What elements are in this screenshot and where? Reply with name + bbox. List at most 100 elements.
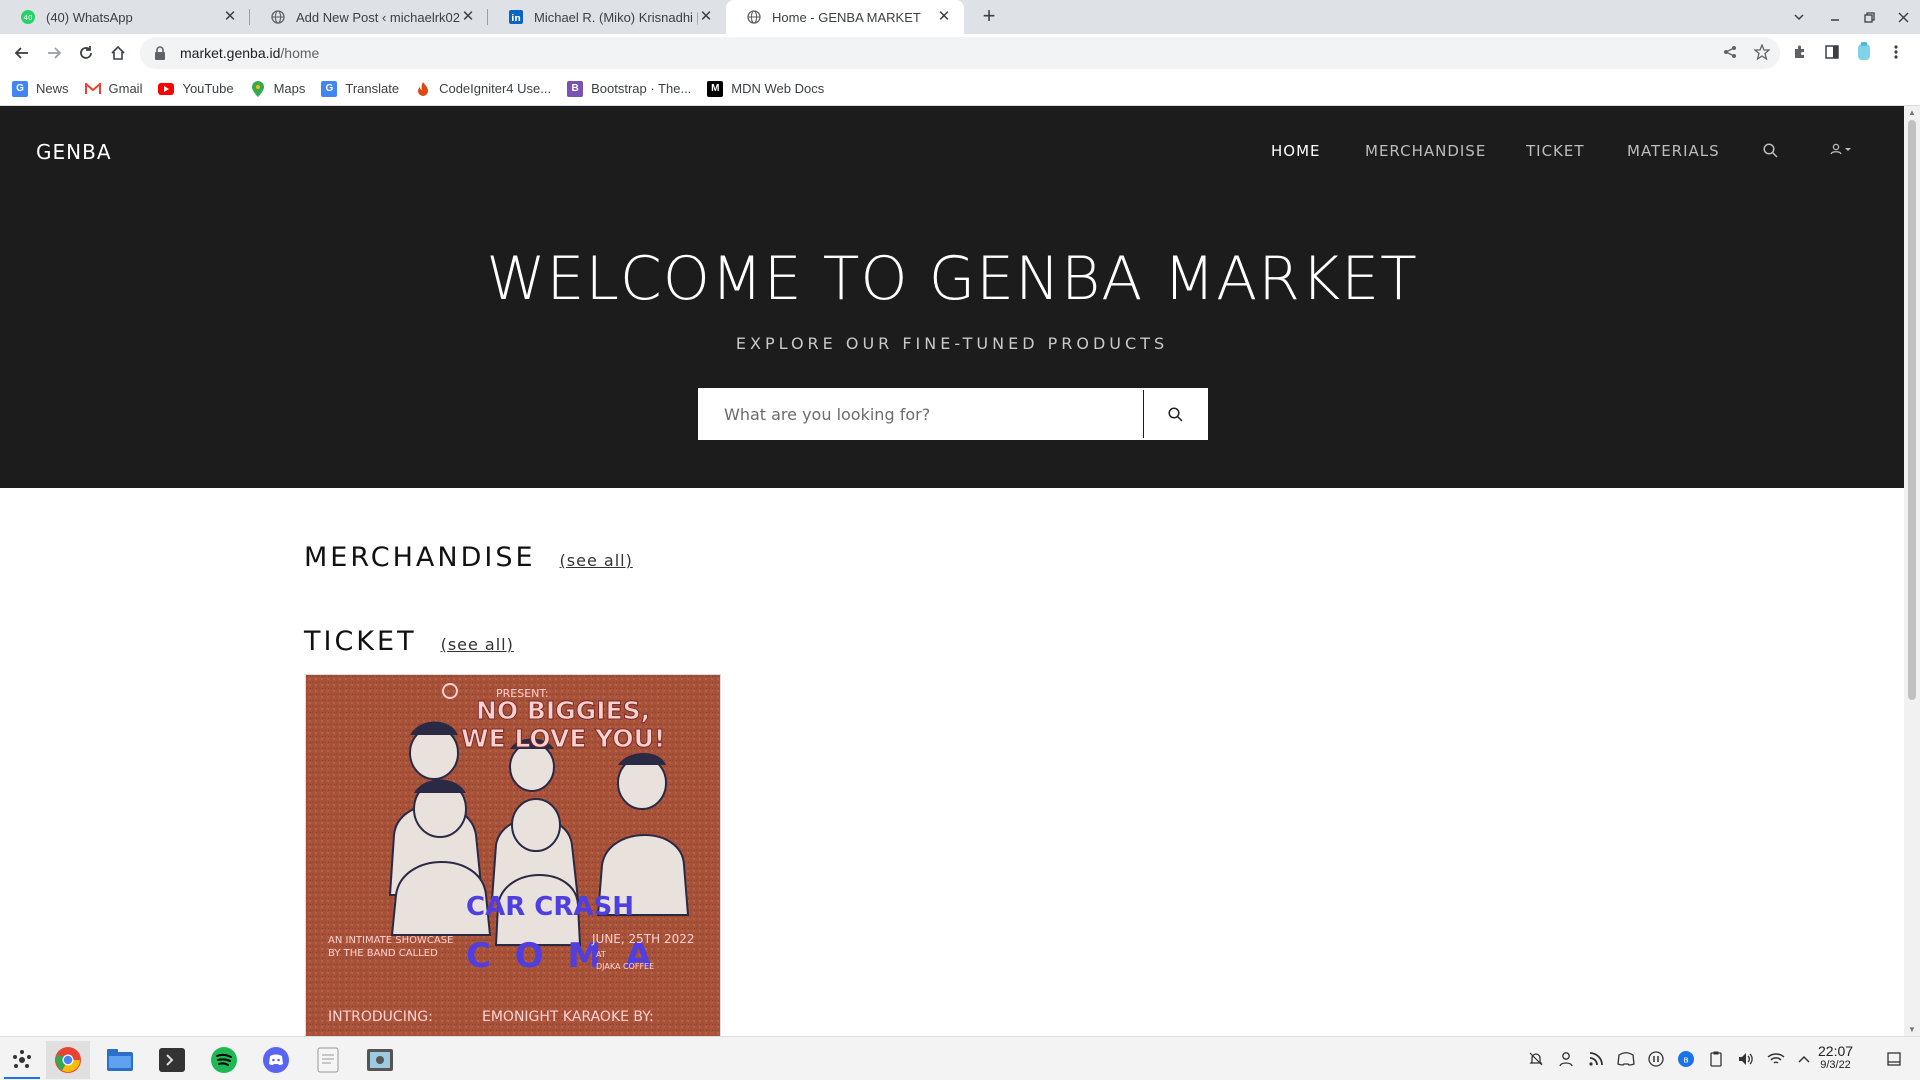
whatsapp-icon: 40 [20, 9, 36, 25]
bookmark-mdn[interactable]: M MDN Web Docs [707, 80, 825, 97]
bookmark-youtube[interactable]: YouTube [158, 81, 234, 97]
new-tab-button[interactable]: + [976, 4, 1002, 30]
tab-title: (40) WhatsApp [46, 9, 133, 25]
discord-tray-icon[interactable] [1616, 1049, 1636, 1069]
svg-text:40: 40 [24, 14, 33, 22]
scrollbar-thumb[interactable] [1908, 120, 1916, 700]
nav-merchandise[interactable]: MERCHANDISE [1365, 142, 1486, 160]
tab-add-new-post[interactable]: Add New Post ‹ michaelrk02 — ✕ [250, 0, 488, 34]
launcher-icon[interactable] [0, 1041, 44, 1079]
hero-search [698, 388, 1208, 440]
screenshot-icon[interactable] [358, 1041, 402, 1079]
bookmark-maps[interactable]: Maps [250, 80, 306, 97]
ticket-see-all-link[interactable]: (see all) [441, 635, 514, 654]
tab-whatsapp[interactable]: 40 (40) WhatsApp ✕ [0, 0, 250, 34]
close-icon[interactable]: ✕ [698, 9, 714, 25]
reload-button[interactable] [72, 39, 100, 67]
ticket-poster-card[interactable]: PRESENT: NO BIGGIES, WE LOVE YOU! CAR CR… [305, 674, 721, 1036]
home-button[interactable] [104, 39, 132, 67]
notification-icon[interactable] [1526, 1049, 1546, 1069]
chevron-up-icon[interactable] [1794, 1049, 1814, 1069]
search-icon [1167, 406, 1183, 422]
tab-title: Michael R. (Miko) Krisnadhi | L [534, 9, 698, 25]
volume-icon[interactable] [1736, 1049, 1756, 1069]
scroll-up-icon[interactable]: ▲ [1908, 108, 1916, 117]
bookmark-star-icon[interactable] [1752, 42, 1772, 62]
system-clock[interactable]: 22:07 9/3/22 [1818, 1043, 1853, 1071]
search-button[interactable] [1144, 390, 1206, 438]
bookmark-gmail[interactable]: Gmail [84, 81, 143, 97]
bookmark-news[interactable]: G News [12, 80, 69, 97]
globe-icon [746, 9, 762, 25]
pause-icon[interactable] [1646, 1049, 1666, 1069]
poster-venue: DJAKA COFFEE [596, 962, 654, 971]
poster-showcase-1: AN INTIMATE SHOWCASE [328, 935, 453, 946]
maps-icon [250, 80, 266, 97]
menu-kebab-icon[interactable] [1886, 42, 1906, 62]
tab-genba-market[interactable]: Home - GENBA MARKET ✕ [726, 0, 964, 34]
side-panel-icon[interactable] [1822, 42, 1842, 62]
tab-title: Add New Post ‹ michaelrk02 — [296, 9, 460, 25]
bluetooth-icon[interactable]: ʙ [1676, 1049, 1696, 1069]
codeigniter-icon [415, 81, 431, 97]
chrome-icon[interactable] [46, 1041, 90, 1079]
svg-text:in: in [511, 14, 521, 24]
address-bar[interactable]: market.genba.id/home [140, 37, 1780, 69]
bookmark-bootstrap[interactable]: B Bootstrap · The... [567, 80, 691, 97]
search-input[interactable] [700, 390, 1144, 438]
user-icon[interactable] [1556, 1049, 1576, 1069]
browser-toolbar: market.genba.id/home [0, 34, 1920, 72]
search-icon[interactable] [1760, 140, 1780, 160]
minimize-button[interactable] [1818, 0, 1852, 34]
back-button[interactable] [8, 39, 36, 67]
ticket-poster-image: PRESENT: NO BIGGIES, WE LOVE YOU! CAR CR… [306, 675, 720, 1036]
clipboard-icon[interactable] [1706, 1049, 1726, 1069]
merchandise-see-all-link[interactable]: (see all) [560, 551, 633, 570]
restore-button[interactable] [1852, 0, 1886, 34]
bootstrap-icon: B [567, 80, 584, 97]
spotify-icon[interactable] [202, 1041, 246, 1079]
close-icon[interactable]: ✕ [936, 9, 952, 25]
ticket-section-header: TICKET (see all) [304, 626, 514, 657]
section-title: MERCHANDISE [304, 542, 536, 573]
poster-at: AT [596, 950, 606, 959]
files-icon[interactable] [98, 1041, 142, 1079]
bookmark-codeigniter[interactable]: CodeIgniter4 Use... [415, 81, 551, 97]
linkedin-icon: in [508, 9, 524, 25]
rss-icon[interactable] [1586, 1049, 1606, 1069]
user-menu-icon[interactable] [1828, 140, 1858, 160]
terminal-icon[interactable] [150, 1041, 194, 1079]
scroll-down-icon[interactable]: ▼ [1908, 1025, 1916, 1034]
poster-introducing: INTRODUCING: [328, 1009, 433, 1025]
nav-home[interactable]: HOME [1271, 142, 1321, 160]
forward-button[interactable] [40, 39, 68, 67]
tab-search-icon[interactable] [1782, 0, 1816, 34]
share-icon[interactable] [1720, 42, 1740, 62]
tab-linkedin[interactable]: in Michael R. (Miko) Krisnadhi | L ✕ [488, 0, 726, 34]
bookmark-label: News [36, 81, 69, 96]
bookmark-label: Gmail [108, 81, 143, 96]
bookmark-label: MDN Web Docs [731, 81, 825, 96]
wifi-icon[interactable] [1766, 1049, 1786, 1069]
nav-materials[interactable]: MATERIALS [1627, 142, 1720, 160]
section-title: TICKET [304, 626, 417, 657]
extensions-icon[interactable] [1790, 42, 1810, 62]
show-desktop-icon[interactable] [1884, 1049, 1904, 1069]
close-icon[interactable]: ✕ [460, 9, 476, 25]
site-logo[interactable]: GENBA [36, 140, 112, 164]
discord-icon[interactable] [254, 1041, 298, 1079]
bookmark-translate[interactable]: G Translate [321, 80, 399, 97]
close-icon[interactable]: ✕ [222, 9, 238, 25]
translate-icon: G [321, 80, 338, 97]
hero-title: WELCOME TO GENBA MARKET [486, 244, 1418, 314]
close-window-button[interactable] [1886, 0, 1920, 34]
taskbar: ʙ 22:07 9/3/22 [0, 1036, 1920, 1080]
text-editor-icon[interactable] [306, 1041, 350, 1079]
bookmark-label: CodeIgniter4 Use... [439, 81, 552, 96]
profile-avatar-icon[interactable] [1854, 42, 1874, 62]
bookmark-label: Maps [273, 81, 306, 96]
bookmarks-bar: G News Gmail YouTube Maps G Translate Co… [0, 72, 1920, 106]
page-scrollbar[interactable]: ▲ ▼ [1904, 106, 1920, 1036]
svg-text:ʙ: ʙ [1683, 1056, 1688, 1066]
nav-ticket[interactable]: TICKET [1526, 142, 1585, 160]
